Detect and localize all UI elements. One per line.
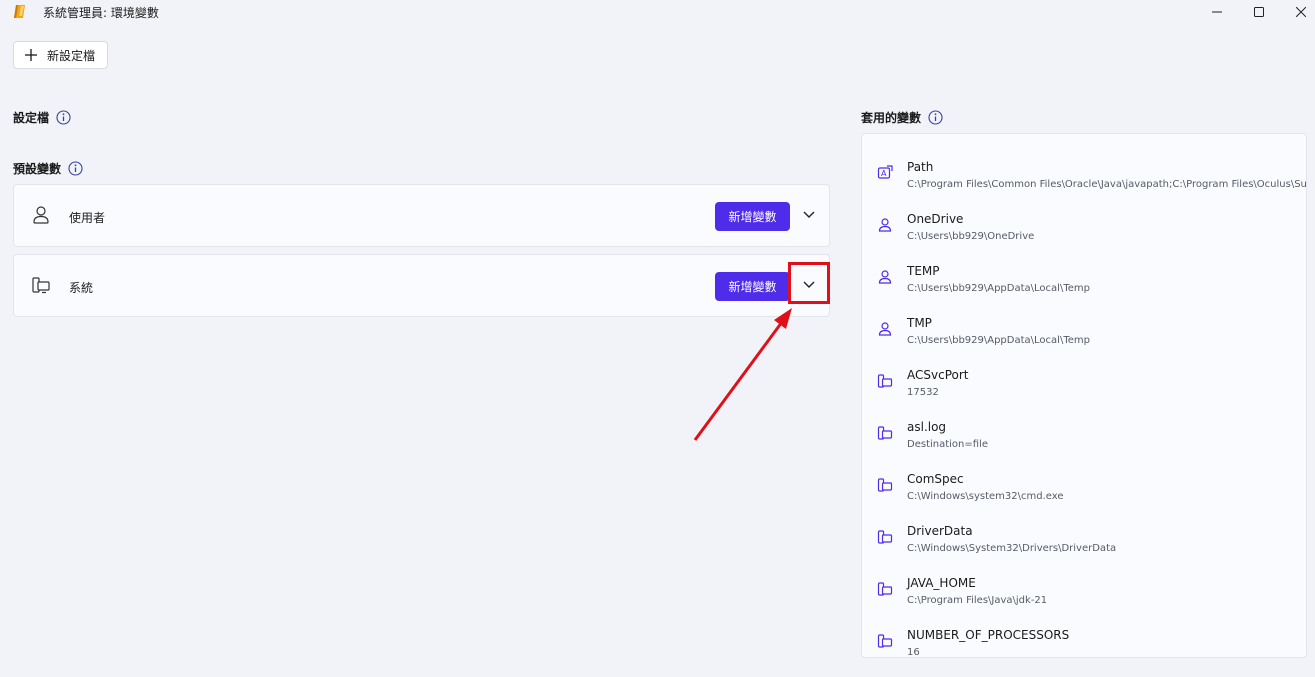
variable-value: C:\Users\bb929\AppData\Local\Temp xyxy=(907,335,1090,346)
variable-name: NUMBER_OF_PROCESSORS xyxy=(907,628,1070,642)
system-icon xyxy=(877,634,893,648)
variable-value: C:\Program Files\Common Files\Oracle\Jav… xyxy=(907,179,1307,190)
system-icon xyxy=(877,374,893,388)
variable-value: C:\Windows\System32\Drivers\DriverData xyxy=(907,543,1117,554)
variable-name: JAVA_HOME xyxy=(907,576,976,590)
variable-name: Path xyxy=(907,160,934,174)
user-icon xyxy=(878,270,892,284)
variable-value: 16 xyxy=(907,647,920,658)
list-item[interactable]: TMP C:\Users\bb929\AppData\Local\Temp xyxy=(862,310,1306,362)
variable-name: DriverData xyxy=(907,524,973,538)
svg-text:A: A xyxy=(881,169,887,178)
list-item[interactable]: A Path C:\Program Files\Common Files\Ora… xyxy=(862,154,1307,206)
list-item[interactable]: ACSvcPort 17532 xyxy=(862,362,1306,414)
variable-value: 17532 xyxy=(907,387,939,398)
system-icon xyxy=(877,582,893,596)
path-icon: A xyxy=(877,165,893,179)
system-icon xyxy=(877,478,893,492)
variable-value: C:\Windows\system32\cmd.exe xyxy=(907,491,1064,502)
list-item[interactable]: JAVA_HOME C:\Program Files\Java\jdk-21 xyxy=(862,570,1306,622)
variable-name: ComSpec xyxy=(907,472,964,486)
user-icon xyxy=(878,218,892,232)
list-item[interactable]: NUMBER_OF_PROCESSORS 16 xyxy=(862,622,1306,658)
list-item[interactable]: ComSpec C:\Windows\system32\cmd.exe xyxy=(862,466,1306,518)
applied-vars-heading: 套用的變數 xyxy=(861,109,943,126)
system-icon xyxy=(877,426,893,440)
applied-vars-heading-label: 套用的變數 xyxy=(861,111,922,125)
user-icon xyxy=(878,322,892,336)
system-icon xyxy=(877,530,893,544)
variable-name: TEMP xyxy=(907,264,940,278)
variable-value: C:\Users\bb929\AppData\Local\Temp xyxy=(907,283,1090,294)
info-icon[interactable] xyxy=(928,110,943,125)
applied-vars-list[interactable]: A Path C:\Program Files\Common Files\Ora… xyxy=(861,133,1307,658)
list-item[interactable]: OneDrive C:\Users\bb929\OneDrive xyxy=(862,206,1306,258)
variable-value: C:\Users\bb929\OneDrive xyxy=(907,231,1035,242)
variable-value: C:\Program Files\Java\jdk-21 xyxy=(907,595,1048,606)
variable-value: Destination=file xyxy=(907,439,988,450)
variable-name: asl.log xyxy=(907,420,947,434)
variable-name: OneDrive xyxy=(907,212,964,226)
variable-name: ACSvcPort xyxy=(907,368,969,382)
list-item[interactable]: asl.log Destination=file xyxy=(862,414,1306,466)
list-item[interactable]: DriverData C:\Windows\System32\Drivers\D… xyxy=(862,518,1306,570)
variable-name: TMP xyxy=(907,316,932,330)
list-item[interactable]: TEMP C:\Users\bb929\AppData\Local\Temp xyxy=(862,258,1306,310)
